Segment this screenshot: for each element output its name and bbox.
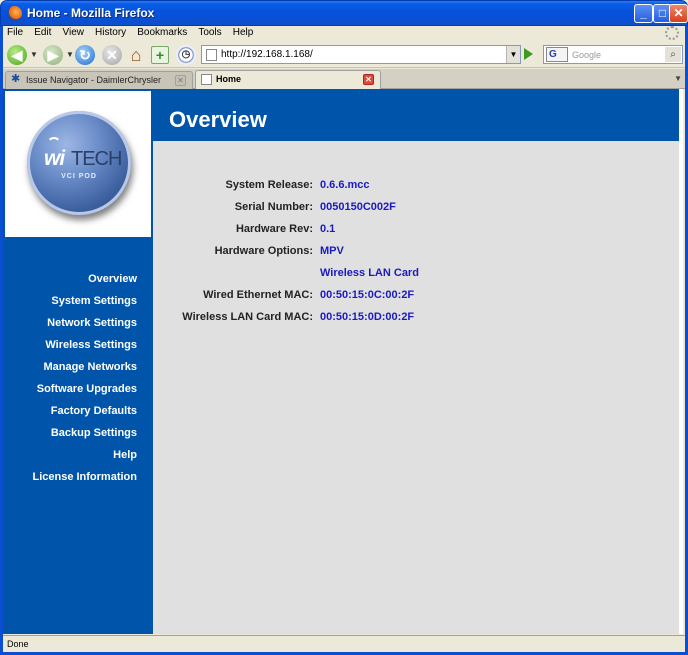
back-history-dropdown-icon[interactable]: ▼ [30, 50, 38, 59]
sidebar-item-factory-defaults[interactable]: Factory Defaults [3, 403, 153, 425]
back-arrow-icon[interactable]: ◀ [7, 45, 27, 65]
page-favicon-icon [201, 74, 212, 85]
tab-label: Issue Navigator - DaimlerChrysler [26, 75, 162, 85]
info-row-serial-number: Serial Number: 0050150C002F [153, 199, 679, 221]
menu-view[interactable]: View [58, 26, 88, 39]
left-column: wi TECH VCI POD Overview System Settings… [3, 89, 153, 634]
header-band: Overview [153, 89, 683, 141]
info-label: Serial Number: [234, 201, 313, 213]
firefox-icon [7, 6, 22, 21]
logo-box: wi TECH VCI POD [5, 91, 151, 237]
search-engine-icon[interactable]: G [546, 47, 568, 62]
info-label: Wired Ethernet MAC: [203, 289, 313, 301]
tab-label: Home [216, 74, 242, 84]
info-value: 00:50:15:0D:00:2F [320, 311, 415, 323]
info-value: 0050150C002F [320, 201, 396, 213]
info-row-hardware-options-extra: Wireless LAN Card [153, 265, 679, 287]
info-value: 0.6.6.mcc [320, 179, 370, 191]
search-bar[interactable]: G Google ⌕ [543, 45, 683, 64]
logo-wi: wi [44, 147, 65, 170]
close-button[interactable]: ✕ [669, 4, 688, 23]
throbber-icon [665, 26, 679, 40]
url-bar[interactable]: http://192.168.1.168/ ▼ [201, 45, 521, 64]
menu-history[interactable]: History [91, 26, 130, 39]
info-row-wired-ethernet-mac: Wired Ethernet MAC: 00:50:15:0C:00:2F [153, 287, 679, 309]
sidebar-item-network-settings[interactable]: Network Settings [3, 315, 153, 337]
info-value: MPV [320, 245, 344, 257]
sidebar-nav: Overview System Settings Network Setting… [3, 271, 153, 491]
forward-arrow-icon[interactable]: ▶ [43, 45, 63, 65]
page-favicon-icon [206, 49, 217, 61]
logo-tech: TECH [71, 148, 122, 170]
info-label: Hardware Rev: [235, 223, 313, 235]
url-dropdown-icon[interactable]: ▼ [506, 46, 520, 63]
forward-history-dropdown-icon[interactable]: ▼ [66, 50, 74, 59]
sidebar-item-license-information[interactable]: License Information [3, 469, 153, 491]
menu-bookmarks[interactable]: Bookmarks [133, 26, 191, 39]
info-label: Wireless LAN Card MAC: [182, 311, 313, 323]
status-bar: Done [3, 635, 685, 652]
page-title: Overview [169, 107, 267, 132]
sidebar-item-wireless-settings[interactable]: Wireless Settings [3, 337, 153, 359]
search-input[interactable]: Google [572, 50, 601, 60]
menu-edit[interactable]: Edit [30, 26, 55, 39]
info-label: Hardware Options: [214, 245, 313, 257]
sidebar-item-overview[interactable]: Overview [3, 271, 153, 293]
info-row-system-release: System Release: 0.6.6.mcc [153, 177, 679, 199]
magnifier-icon[interactable]: ⌕ [665, 47, 681, 62]
info-row-hardware-options: Hardware Options: MPV [153, 243, 679, 265]
tab-issue-navigator[interactable]: ✱ Issue Navigator - DaimlerChrysler ✕ [5, 71, 193, 89]
window-title: Home - Mozilla Firefox [27, 6, 155, 20]
go-arrow-icon[interactable] [524, 48, 533, 60]
sidebar-item-software-upgrades[interactable]: Software Upgrades [3, 381, 153, 403]
jira-favicon-icon: ✱ [11, 73, 21, 85]
tab-list-dropdown-icon[interactable]: ▼ [674, 74, 682, 83]
minimize-button[interactable]: _ [634, 4, 653, 23]
witech-logo: wi TECH VCI POD [27, 111, 131, 215]
content-border [683, 89, 685, 634]
new-tab-icon[interactable]: + [151, 46, 169, 64]
info-value: 00:50:15:0C:00:2F [320, 289, 415, 301]
stop-icon[interactable]: ✕ [102, 45, 122, 65]
main-area: System Release: 0.6.6.mcc Serial Number:… [153, 141, 679, 634]
menu-bar: File Edit View History Bookmarks Tools H… [3, 26, 685, 42]
info-value: 0.1 [320, 223, 336, 235]
sidebar-item-backup-settings[interactable]: Backup Settings [3, 425, 153, 447]
logo-subtitle: VCI POD [61, 173, 97, 180]
history-clock-icon[interactable]: ◷ [176, 45, 196, 65]
navigation-toolbar: ◀ ▼ ▶ ▼ ↻ ✕ ⌂ + ◷ http://192.168.1.168/ … [3, 42, 685, 68]
reload-icon[interactable]: ↻ [75, 45, 95, 65]
tab-home[interactable]: Home ✕ [195, 70, 381, 89]
home-icon[interactable]: ⌂ [126, 45, 146, 65]
tab-close-icon[interactable]: ✕ [363, 74, 374, 85]
menu-tools[interactable]: Tools [194, 26, 225, 39]
info-value: Wireless LAN Card [320, 267, 419, 279]
title-bar[interactable]: Home - Mozilla Firefox _ □ ✕ [0, 0, 688, 26]
menu-file[interactable]: File [3, 26, 27, 39]
sidebar-item-help[interactable]: Help [3, 447, 153, 469]
sidebar-item-manage-networks[interactable]: Manage Networks [3, 359, 153, 381]
info-row-wireless-lan-mac: Wireless LAN Card MAC: 00:50:15:0D:00:2F [153, 309, 679, 331]
info-row-hardware-rev: Hardware Rev: 0.1 [153, 221, 679, 243]
status-text: Done [7, 639, 29, 649]
info-label: System Release: [225, 179, 313, 191]
tab-strip: ✱ Issue Navigator - DaimlerChrysler ✕ Ho… [3, 69, 685, 89]
overview-info-table: System Release: 0.6.6.mcc Serial Number:… [153, 177, 679, 331]
menu-help[interactable]: Help [229, 26, 258, 39]
tab-close-icon[interactable]: ✕ [175, 75, 186, 86]
sidebar-item-system-settings[interactable]: System Settings [3, 293, 153, 315]
url-text[interactable]: http://192.168.1.168/ [221, 49, 313, 60]
page-content: wi TECH VCI POD Overview System Settings… [3, 89, 683, 634]
